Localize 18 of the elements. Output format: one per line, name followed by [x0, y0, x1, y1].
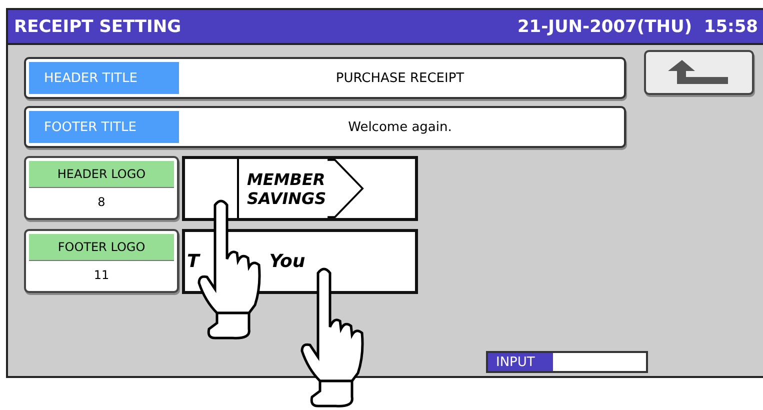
logo-text: T	[187, 251, 200, 272]
input-field[interactable]	[553, 353, 646, 371]
logo-text: MEMBER	[247, 170, 326, 188]
title-setting-field[interactable]: HEADER TITLE PURCHASE RECEIPT	[24, 57, 626, 99]
return-arrow-icon	[668, 60, 730, 86]
field-value: PURCHASE RECEIPT	[334, 70, 466, 88]
title-setting-field[interactable]: FOOTER TITLE Welcome again.	[24, 106, 626, 148]
date-time: 21-JUN-2007(THU) 15:58	[517, 16, 758, 36]
logo-text: SAVINGS	[247, 188, 326, 208]
input-label: INPUT	[488, 353, 553, 371]
screen-title: RECEIPT SETTING	[14, 16, 182, 36]
field-label: HEADER TITLE	[29, 62, 179, 94]
logo-text: You	[269, 251, 306, 272]
logo-number-button[interactable]: FOOTER LOGO 11	[24, 229, 179, 293]
logo-number-button[interactable]: HEADER LOGO 8	[24, 156, 179, 220]
back-button[interactable]	[644, 50, 754, 95]
field-value: Welcome again.	[347, 118, 453, 136]
field-label: FOOTER TITLE	[29, 111, 179, 143]
